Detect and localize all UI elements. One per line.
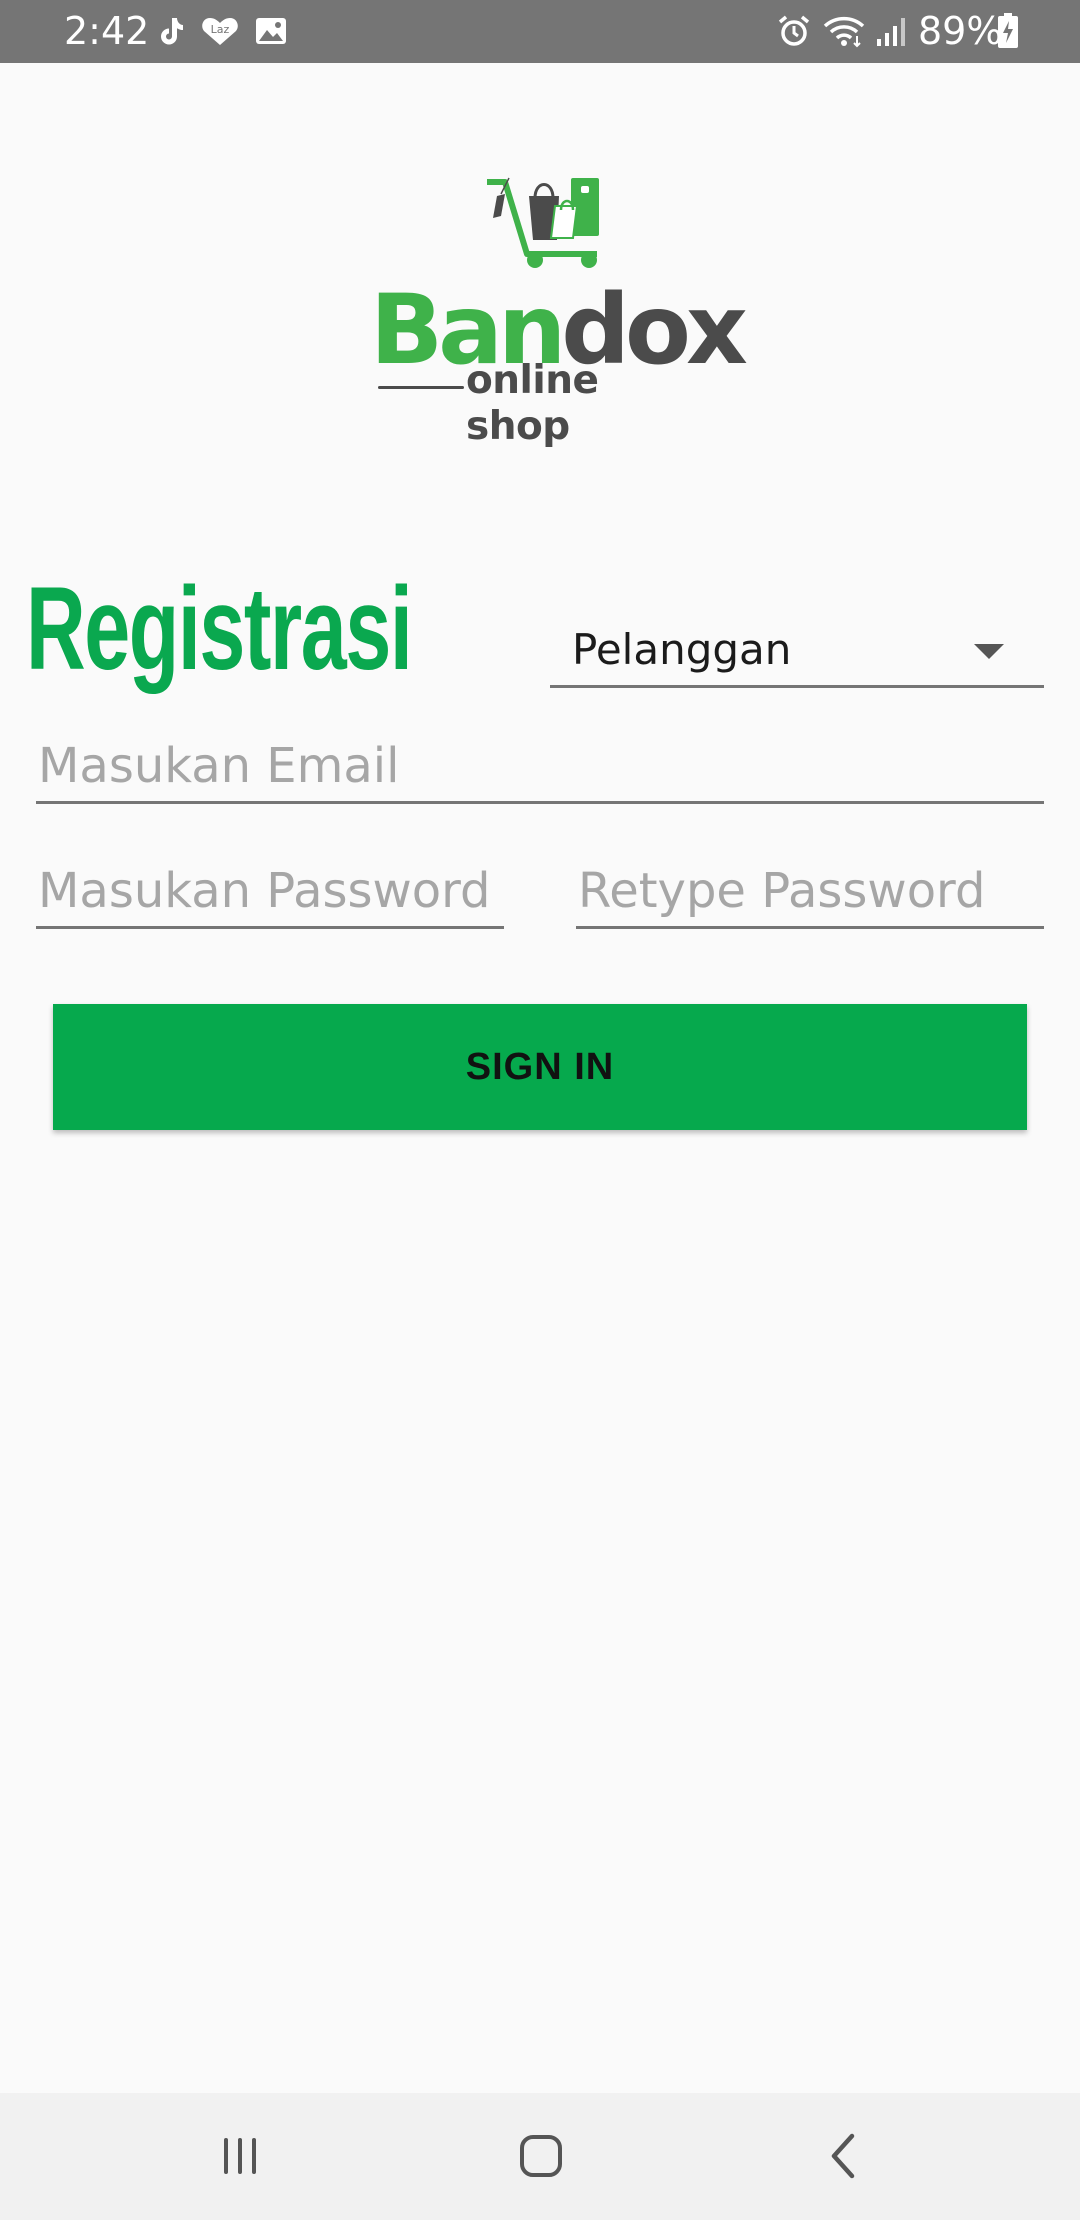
wifi-icon [822,12,866,50]
home-icon [520,2135,562,2177]
gallery-icon [254,12,288,50]
recents-button[interactable] [200,2123,280,2189]
retype-password-input[interactable] [576,855,1044,926]
recents-icon [224,2138,256,2174]
email-input[interactable] [36,730,1044,801]
email-field-container [36,730,1044,804]
back-button[interactable] [804,2123,884,2189]
navigation-bar [0,2093,1080,2220]
back-icon [831,2133,855,2179]
signal-icon [874,12,908,50]
retype-password-field-container [576,855,1044,929]
sign-in-button[interactable]: SIGN IN [53,1004,1027,1130]
home-button[interactable] [501,2123,581,2189]
role-dropdown[interactable]: Pelanggan [550,618,1044,688]
page-title: Registrasi [26,563,413,695]
svg-text:Laz: Laz [211,23,230,36]
lazada-icon: Laz [200,12,240,50]
tiktok-icon [156,12,186,50]
password-input[interactable] [36,855,504,926]
status-time: 2:42 [64,9,150,53]
logo-underline [378,386,464,389]
dropdown-arrow-icon [974,644,1004,659]
status-bar: 2:42 Laz 89% [0,0,1080,63]
password-field-container [36,855,504,929]
logo-subtitle: online shop [466,358,599,449]
shopping-cart-icon [487,177,599,268]
alarm-icon [776,12,812,50]
role-dropdown-value: Pelanggan [572,625,792,674]
battery-percentage: 89% [918,9,1003,53]
bandox-logo: Bandox online shop [370,170,748,449]
battery-charging-icon [996,12,1020,50]
